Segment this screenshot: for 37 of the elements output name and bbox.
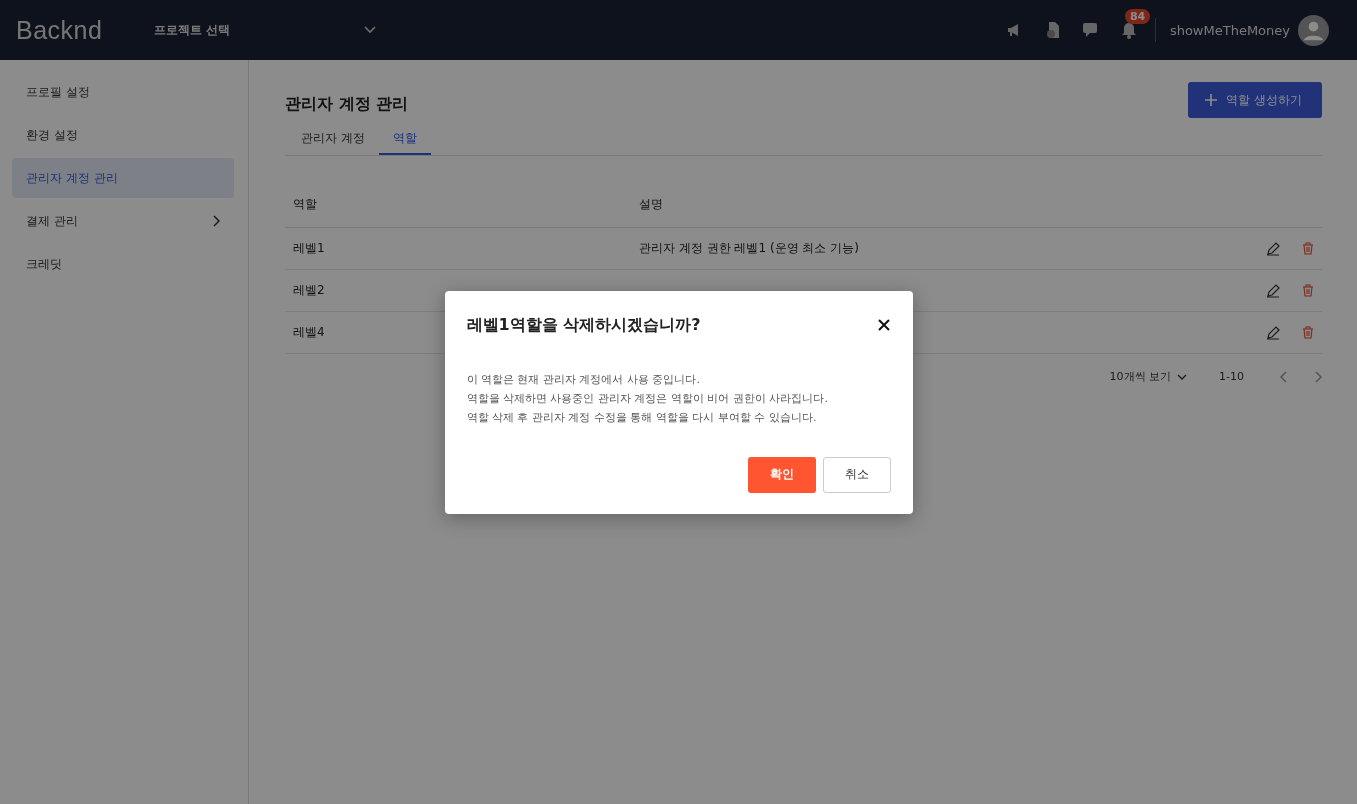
trash-icon[interactable] <box>1302 284 1314 298</box>
edit-icon[interactable] <box>1266 241 1280 256</box>
sidebar-item[interactable]: 프로필 설정 <box>12 72 234 112</box>
project-select[interactable]: 프로젝트 선택 <box>150 21 380 39</box>
tab[interactable]: 관리자 계정 <box>287 124 379 155</box>
page-size-select[interactable]: 10개씩 보기 <box>1103 368 1194 385</box>
trash-icon[interactable] <box>1302 242 1314 256</box>
cancel-button[interactable]: 취소 <box>822 456 891 493</box>
plus-icon <box>1204 93 1219 107</box>
confirm-button[interactable]: 확인 <box>747 456 816 493</box>
chevron-down-icon <box>364 26 376 34</box>
page-range: 1-10 <box>1219 370 1244 383</box>
tab[interactable]: 역할 <box>378 124 431 155</box>
avatar-icon[interactable] <box>1298 14 1329 46</box>
dialog-message: 역할을 삭제하면 사용중인 관리자 계정은 역할이 비어 권한이 사라집니다. <box>466 390 829 407</box>
column-header: 역할 <box>285 182 631 228</box>
sidebar-item[interactable]: 관리자 계정 관리 <box>12 158 234 198</box>
close-button[interactable] <box>876 318 891 332</box>
username[interactable]: showMeTheMoney <box>1169 22 1290 38</box>
column-header: 설명 <box>631 182 1226 228</box>
logo: Backnd <box>16 15 104 45</box>
table-cell: 레벨1 <box>285 227 631 270</box>
create-role-button[interactable]: 역할 생성하기 <box>1188 82 1322 118</box>
edit-icon[interactable] <box>1266 283 1280 298</box>
table-cell: 관리자 계정 권한 레벨1 (운영 최소 기능) <box>631 227 1226 270</box>
chevron-down-icon <box>1177 373 1188 380</box>
dialog-message: 이 역할은 현재 관리자 계정에서 사용 중입니다. <box>466 371 701 388</box>
page-title: 관리자 계정 관리 <box>285 93 409 115</box>
dialog-message: 역할 삭제 후 관리자 계정 수정을 통해 역할을 다시 부여할 수 있습니다. <box>466 409 818 426</box>
sidebar-item[interactable]: 결제 관리 <box>12 201 234 241</box>
previous-page-icon[interactable] <box>1280 370 1288 383</box>
notification-badge: 84 <box>1124 9 1151 24</box>
sidebar-item[interactable]: 크레딧 <box>12 244 234 284</box>
sidebar-item[interactable]: 환경 설정 <box>12 115 234 155</box>
next-page-icon[interactable] <box>1314 370 1322 383</box>
trash-icon[interactable] <box>1302 326 1314 340</box>
edit-icon[interactable] <box>1266 325 1280 340</box>
